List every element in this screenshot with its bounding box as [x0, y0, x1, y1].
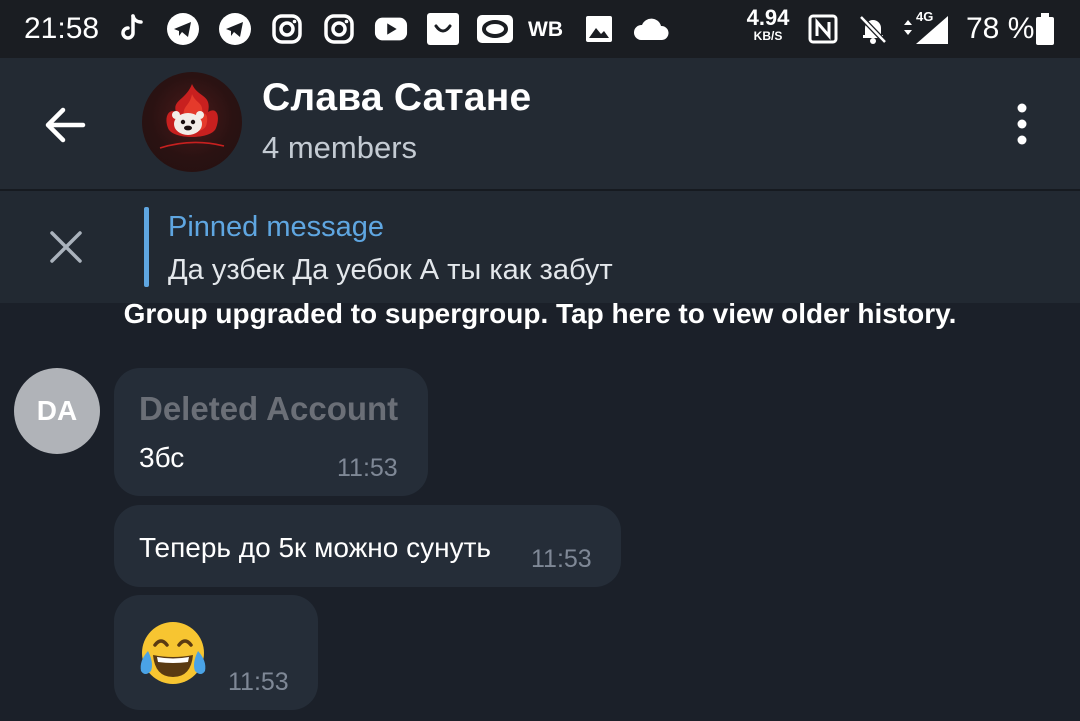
instagram-icon [270, 12, 304, 46]
nfc-icon [806, 12, 840, 46]
pinned-message-title: Pinned message [168, 211, 385, 243]
ozon-icon [476, 12, 514, 46]
status-time: 21:58 [24, 12, 100, 45]
gallery-icon [582, 12, 616, 46]
chat-header[interactable]: Слава Сатане 4 members [0, 58, 1080, 189]
network-speed: 4.94 KB/S [742, 5, 794, 43]
aliexpress-icon [426, 12, 460, 46]
laughing-tears-emoji-icon [140, 622, 206, 684]
telegram-icon [218, 12, 252, 46]
signal-icon: 4G [898, 9, 952, 46]
message-bubble[interactable]: 11:53 [114, 595, 318, 710]
pinned-accent-bar [144, 207, 149, 287]
service-message[interactable]: Group upgraded to supergroup. Tap here t… [0, 298, 1080, 330]
message-text: Теперь до 5к можно сунуть [139, 532, 491, 563]
message-time: 11:53 [531, 545, 592, 573]
pinned-message-text: Да узбек Да уебок А ты как забут [168, 254, 613, 286]
flame-bear-logo-icon [159, 84, 225, 149]
message-bubble[interactable]: Теперь до 5к можно сунуть 11:53 [114, 505, 621, 587]
close-icon [50, 231, 82, 263]
group-avatar[interactable] [142, 72, 242, 172]
tiktok-icon [114, 12, 148, 46]
more-options-button[interactable] [996, 98, 1048, 150]
message-time: 11:53 [337, 454, 398, 482]
close-pinned-button[interactable] [38, 219, 94, 275]
avatar[interactable]: DA [14, 368, 100, 454]
telegram-icon [166, 12, 200, 46]
message-text: 3бс [139, 442, 185, 473]
status-bar: 21:58 WB 4.94 KB/S 4G 78 % [0, 0, 1080, 58]
sender-name[interactable]: Deleted Account [139, 390, 398, 428]
message-bubble[interactable]: Deleted Account 3бс 11:53 [114, 368, 428, 496]
network-speed-unit: KB/S [753, 29, 783, 43]
muted-bell-icon [856, 12, 890, 46]
battery-icon [1030, 12, 1060, 46]
chat-member-count[interactable]: 4 members [262, 130, 417, 166]
cloud-icon [632, 12, 670, 46]
youtube-icon [374, 12, 408, 46]
chat-title[interactable]: Слава Сатане [262, 76, 531, 120]
network-type-label: 4G [916, 9, 934, 24]
more-vertical-icon [1017, 103, 1027, 145]
back-button[interactable] [38, 98, 92, 152]
wb-icon: WB [528, 18, 563, 41]
instagram-icon [322, 12, 356, 46]
arrow-left-icon [45, 107, 86, 143]
battery-percent: 78 % [966, 12, 1035, 45]
network-speed-value: 4.94 [746, 5, 790, 30]
pinned-message-bar[interactable]: Pinned message Да узбек Да уебок А ты ка… [0, 191, 1080, 303]
message-time: 11:53 [228, 668, 289, 696]
